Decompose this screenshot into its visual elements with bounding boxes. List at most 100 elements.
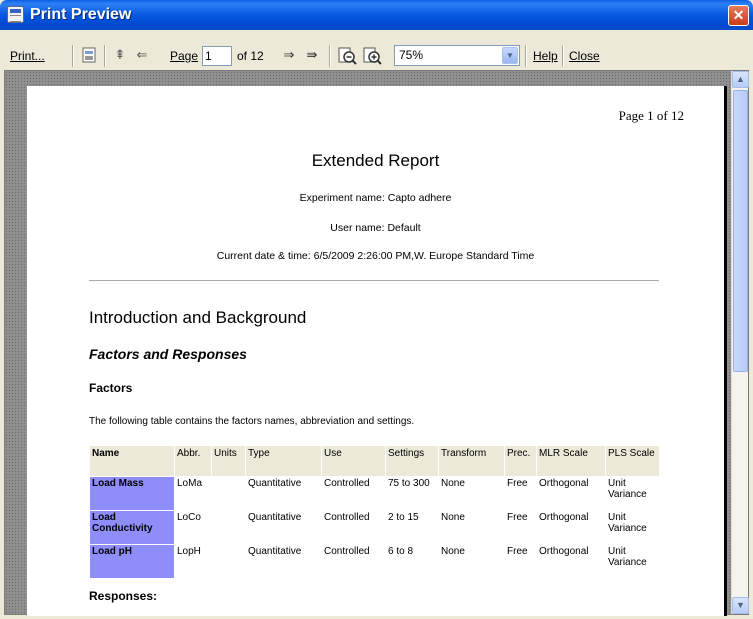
table-cell: 6 to 8: [388, 546, 414, 557]
table-cell: Controlled: [324, 478, 370, 489]
title-bar[interactable]: Print Preview ✕: [0, 0, 753, 30]
zoom-dropdown[interactable]: 75% ▼: [394, 45, 520, 66]
table-cell: [212, 511, 245, 544]
toolbar-separator: [329, 45, 331, 67]
table-row: Load Mass LoMa Quantitative Controlled 7…: [90, 477, 659, 510]
table-cell: Free: [507, 546, 528, 557]
zoom-in-button[interactable]: [362, 46, 382, 66]
window-title: Print Preview: [30, 6, 132, 23]
divider: [89, 280, 659, 281]
table-cell: [212, 477, 245, 510]
report-page: Page 1 of 12 Extended Report Experiment …: [27, 86, 727, 616]
toolbar-separator: [72, 45, 74, 67]
zoom-out-button[interactable]: [337, 46, 357, 66]
report-title: Extended Report: [311, 151, 440, 170]
table-cell: 75 to 300: [388, 478, 430, 489]
first-page-icon: ⇞: [114, 47, 126, 62]
responses-heading: Responses:: [89, 589, 158, 603]
scroll-up-button[interactable]: ▲: [732, 71, 749, 88]
column-header: Transform: [439, 446, 504, 476]
table-cell: 2 to 15: [388, 512, 419, 523]
zoom-out-icon: [338, 47, 357, 65]
page-setup-icon: [82, 47, 96, 63]
chevron-up-icon: ▲: [736, 74, 745, 84]
table-cell: None: [441, 512, 465, 523]
zoom-in-icon: [363, 47, 382, 65]
zoom-value: 75%: [399, 48, 424, 62]
page-label-text: Page: [170, 49, 199, 63]
experiment-name: Experiment name: Capto adhere: [299, 192, 452, 204]
toolbar-separator: [525, 45, 527, 67]
toolbar-separator: [104, 45, 106, 67]
table-cell: Orthogonal: [539, 512, 589, 523]
last-page-icon: ⇛: [306, 47, 318, 62]
factors-intro: The following table contains the factors…: [89, 416, 415, 427]
table-cell: LoMa: [177, 478, 203, 489]
scroll-thumb[interactable]: [733, 90, 748, 372]
page-label: Page: [170, 49, 198, 63]
preview-area[interactable]: Page 1 of 12 Extended Report Experiment …: [4, 70, 749, 616]
table-cell: Orthogonal: [539, 546, 589, 557]
column-header: MLR Scale: [537, 446, 605, 476]
table-cell: Controlled: [324, 512, 370, 523]
toolbar-separator: [562, 45, 564, 67]
table-cell: Unit Variance: [608, 512, 647, 534]
table-header-row: Name Abbr. Units Type Use Settings Trans…: [90, 446, 659, 476]
first-page-button[interactable]: ⇞: [110, 45, 130, 65]
close-label: Close: [569, 49, 600, 63]
table-cell: Free: [507, 512, 528, 523]
print-label: Print...: [10, 49, 45, 63]
table-cell: Quantitative: [248, 512, 302, 523]
column-header: Name: [90, 446, 174, 476]
column-header: Type: [246, 446, 321, 476]
table-cell: Orthogonal: [539, 478, 589, 489]
factor-name-cell: Load Mass: [90, 477, 174, 510]
print-preview-app-icon: [7, 6, 24, 23]
vertical-scrollbar[interactable]: ▲ ▼: [731, 71, 749, 614]
table-row: Load Conductivity LoCo Quantitative Cont…: [90, 511, 659, 544]
table-cell: Unit Variance: [608, 546, 647, 568]
window-close-button[interactable]: ✕: [728, 5, 749, 26]
page-number-input[interactable]: 1: [202, 46, 232, 66]
scroll-down-button[interactable]: ▼: [732, 597, 749, 614]
print-preview-window: Print Preview ✕ Print... ⇞ ⇐ Page 1 of 1…: [0, 0, 753, 619]
factor-name-cell: Load pH: [90, 545, 174, 578]
previous-page-button[interactable]: ⇐: [132, 45, 152, 65]
table-cell: None: [441, 478, 465, 489]
page-count-label: of 12: [237, 49, 264, 63]
table-cell: Free: [507, 478, 528, 489]
column-header: Use: [322, 446, 385, 476]
close-button[interactable]: Close: [569, 45, 600, 67]
column-header: Units: [212, 446, 245, 476]
user-name: User name: Default: [330, 222, 421, 234]
table-cell: Controlled: [324, 546, 370, 557]
next-page-icon: ⇒: [283, 47, 295, 62]
help-label: Help: [533, 49, 558, 63]
column-header: Settings: [386, 446, 438, 476]
print-button[interactable]: Print...: [10, 45, 45, 67]
factor-name-cell: Load Conductivity: [90, 511, 174, 544]
next-page-button[interactable]: ⇒: [279, 45, 299, 65]
column-header: PLS Scale: [606, 446, 659, 476]
subsection-title: Factors and Responses: [89, 346, 247, 362]
section-title: Introduction and Background: [89, 308, 307, 327]
chevron-down-icon: ▼: [736, 600, 745, 610]
page-number: Page 1 of 12: [618, 108, 684, 123]
column-header: Abbr.: [175, 446, 211, 476]
factors-heading: Factors: [89, 381, 133, 395]
table-cell: Quantitative: [248, 478, 302, 489]
help-button[interactable]: Help: [533, 45, 558, 67]
chevron-down-icon[interactable]: ▼: [502, 47, 518, 64]
factors-table: Name Abbr. Units Type Use Settings Trans…: [89, 445, 660, 579]
page-setup-button[interactable]: [79, 46, 99, 66]
table-cell: Quantitative: [248, 546, 302, 557]
current-datetime: Current date & time: 6/5/2009 2:26:00 PM…: [216, 250, 535, 262]
table-cell: None: [441, 546, 465, 557]
previous-page-icon: ⇐: [136, 47, 148, 62]
table-cell: Unit Variance: [608, 478, 647, 500]
table-row: Load pH LopH Quantitative Controlled 6 t…: [90, 545, 659, 578]
table-cell: LopH: [177, 546, 201, 557]
last-page-button[interactable]: ⇛: [302, 45, 322, 65]
table-cell: LoCo: [177, 512, 201, 523]
table-cell: [212, 545, 245, 578]
